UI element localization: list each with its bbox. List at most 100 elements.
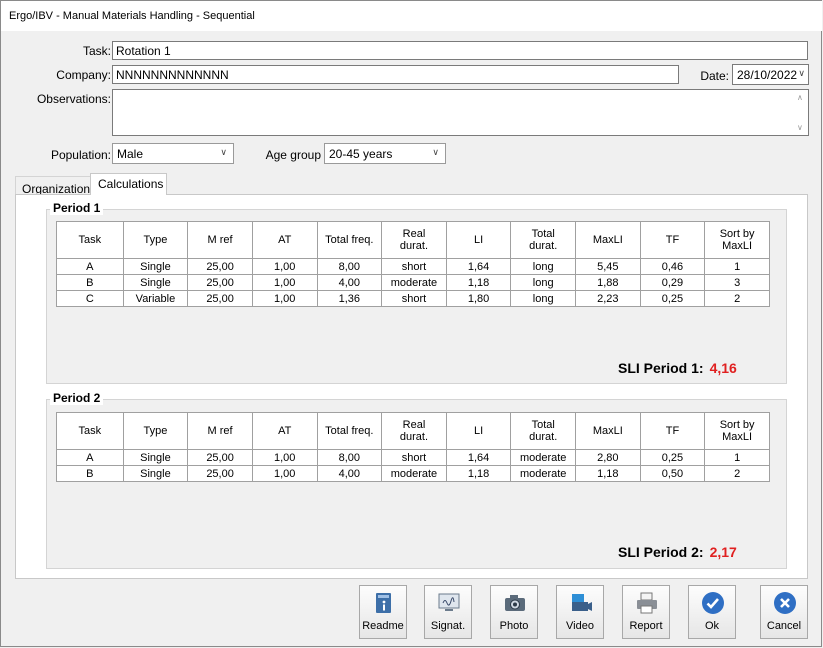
column-header[interactable]: MaxLI: [575, 221, 641, 259]
column-header[interactable]: Task: [56, 412, 124, 450]
table-cell: short: [381, 290, 447, 307]
sli-period-2-value: 2,17: [709, 544, 737, 560]
table-cell: 25,00: [187, 465, 253, 482]
table-cell: 2,23: [575, 290, 641, 307]
table-cell: 4,00: [316, 274, 383, 291]
table-cell: 0,46: [639, 258, 706, 275]
app-window: Ergo/IBV - Manual Materials Handling - S…: [0, 0, 822, 647]
tab-organization[interactable]: Organization: [15, 176, 91, 196]
table-row[interactable]: B Single 25,00 1,00 4,00 moderate 1,18 moderate…: [56, 465, 770, 482]
column-header[interactable]: Total durat.: [510, 412, 577, 450]
scroll-up-icon[interactable]: ∧: [797, 93, 803, 102]
table-row[interactable]: B Single 25,00 1,00 4,00 moderate 1,18 long 1,88…: [56, 274, 770, 291]
cancel-button[interactable]: Cancel: [760, 585, 808, 639]
ok-button[interactable]: Ok: [688, 585, 736, 639]
video-icon: [572, 594, 592, 611]
task-label: Task:: [82, 44, 111, 58]
column-header[interactable]: TF: [639, 221, 706, 259]
table-cell: moderate: [381, 274, 447, 291]
column-header[interactable]: Task: [56, 221, 124, 259]
column-header[interactable]: AT: [251, 221, 318, 259]
cancel-label: Cancel: [766, 620, 802, 632]
table-cell: long: [510, 290, 577, 307]
company-label: Company:: [56, 68, 111, 82]
tab-calculations[interactable]: Calculations: [90, 173, 167, 195]
photo-label: Photo: [499, 620, 529, 632]
table-cell: Single: [122, 258, 189, 275]
sli-period-1-value: 4,16: [709, 360, 737, 376]
column-header[interactable]: LI: [445, 221, 512, 259]
report-button[interactable]: Report: [622, 585, 670, 639]
column-header[interactable]: TF: [639, 412, 706, 450]
camera-icon: [505, 595, 525, 611]
table-cell: 2: [704, 465, 770, 482]
column-header[interactable]: Sort by MaxLI: [704, 412, 770, 450]
sli-period-1-label: SLI Period 1:: [618, 360, 704, 376]
table-cell: 1,00: [251, 465, 318, 482]
table-cell: 2,80: [575, 449, 641, 466]
table-cell: 1,64: [445, 449, 512, 466]
table-row[interactable]: A Single 25,00 1,00 8,00 short 1,64 moderate 2,8…: [56, 449, 770, 466]
table-cell: 2: [704, 290, 770, 307]
task-input[interactable]: Rotation 1: [112, 41, 808, 60]
table-cell: 0,25: [639, 449, 706, 466]
column-header[interactable]: Total freq.: [316, 412, 383, 450]
video-button[interactable]: Video: [556, 585, 604, 639]
table-cell: B: [56, 274, 124, 291]
column-header[interactable]: Type: [122, 412, 189, 450]
company-input[interactable]: NNNNNNNNNNNNN: [112, 65, 679, 84]
photo-button[interactable]: Photo: [490, 585, 538, 639]
table-cell: Single: [122, 274, 189, 291]
table-cell: 4,00: [316, 465, 383, 482]
column-header[interactable]: MaxLI: [575, 412, 641, 450]
column-header[interactable]: LI: [445, 412, 512, 450]
observations-textarea[interactable]: [112, 89, 809, 136]
date-picker[interactable]: 28/10/2022 ∨: [732, 64, 809, 85]
table-cell: Single: [122, 449, 189, 466]
table-cell: long: [510, 258, 577, 275]
signature-button[interactable]: Signat.: [424, 585, 472, 639]
table-cell: 8,00: [316, 449, 383, 466]
population-select[interactable]: Male ∨: [112, 143, 234, 164]
column-header[interactable]: Total durat.: [510, 221, 577, 259]
date-value: 28/10/2022: [737, 68, 798, 82]
chevron-down-icon: ∨: [432, 147, 439, 157]
date-label: Date:: [700, 69, 729, 83]
table-cell: 1,18: [445, 274, 512, 291]
readme-button[interactable]: Readme: [359, 585, 407, 639]
column-header[interactable]: Real durat.: [381, 412, 447, 450]
signature-icon: [438, 593, 460, 611]
table-cell: A: [56, 449, 124, 466]
column-header[interactable]: M ref: [187, 412, 253, 450]
table-header-row: Task Type M ref AT Total freq. Real durat. LI T…: [56, 221, 770, 259]
window-title: Ergo/IBV - Manual Materials Handling - S…: [9, 10, 255, 22]
table-cell: long: [510, 274, 577, 291]
column-header[interactable]: Real durat.: [381, 221, 447, 259]
table-row[interactable]: C Variable 25,00 1,00 1,36 short 1,80 long 2,23 0…: [56, 290, 770, 307]
column-header[interactable]: Total freq.: [316, 221, 383, 259]
ok-label: Ok: [704, 620, 720, 632]
table-cell: 1,18: [575, 465, 641, 482]
table-cell: 1,00: [251, 274, 318, 291]
table-cell: 8,00: [316, 258, 383, 275]
close-icon: [774, 592, 796, 614]
column-header[interactable]: Type: [122, 221, 189, 259]
column-header[interactable]: AT: [251, 412, 318, 450]
table-cell: 1,80: [445, 290, 512, 307]
table-cell: Variable: [122, 290, 189, 307]
scroll-down-icon[interactable]: ∨: [797, 123, 803, 132]
readme-icon: [376, 593, 391, 613]
age-group-select[interactable]: 20-45 years ∨: [324, 143, 446, 164]
chevron-down-icon: ∨: [220, 147, 227, 157]
table-row[interactable]: A Single 25,00 1,00 8,00 short 1,64 long 5,45 0,4…: [56, 258, 770, 275]
population-label: Population:: [50, 148, 111, 162]
table-cell: short: [381, 449, 447, 466]
table-cell: 3: [704, 274, 770, 291]
check-icon: [702, 592, 724, 614]
column-header[interactable]: M ref: [187, 221, 253, 259]
table-cell: 25,00: [187, 290, 253, 307]
table-cell: 1,88: [575, 274, 641, 291]
column-header[interactable]: Sort by MaxLI: [704, 221, 770, 259]
table-cell: moderate: [510, 465, 577, 482]
chevron-down-icon[interactable]: ∨: [798, 68, 805, 79]
